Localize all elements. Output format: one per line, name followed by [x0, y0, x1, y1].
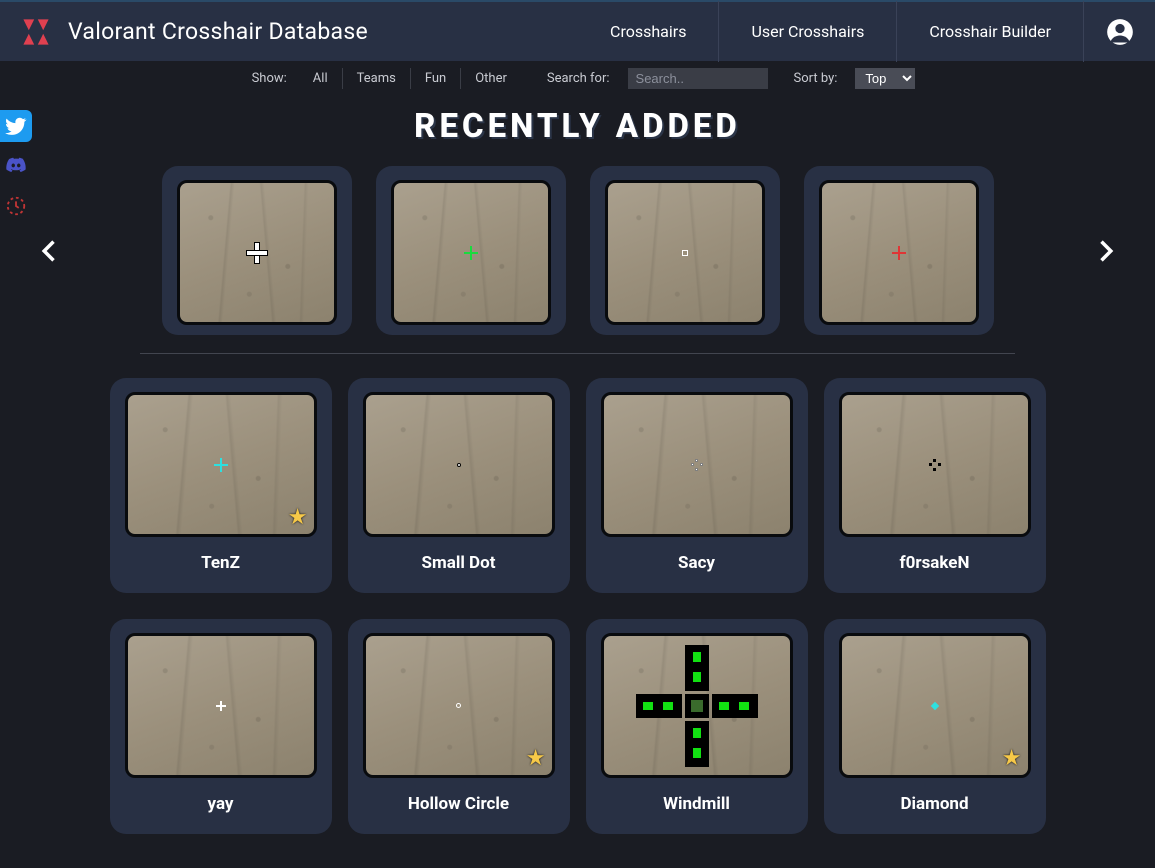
- social-sidebar: [0, 110, 32, 222]
- crosshair-card[interactable]: Sacy: [586, 378, 808, 593]
- star-icon: ★: [526, 746, 546, 771]
- crosshair-name: f0rsakeN: [900, 553, 970, 573]
- star-icon: ★: [1002, 746, 1022, 771]
- sort-label: Sort by:: [782, 71, 850, 86]
- crosshair-preview: [177, 180, 337, 325]
- crosshair-card[interactable]: ★ Hollow Circle: [348, 619, 570, 834]
- crosshair-preview: [605, 180, 765, 325]
- twitter-icon[interactable]: [0, 110, 32, 142]
- crosshair-name: TenZ: [201, 553, 240, 573]
- crosshair-icon: [930, 701, 938, 709]
- carousel-next-button[interactable]: [1085, 231, 1125, 271]
- crosshair-name: yay: [208, 794, 234, 814]
- crosshair-icon: [456, 703, 461, 708]
- crosshair-preview: [391, 180, 551, 325]
- carousel-prev-button[interactable]: [30, 231, 70, 271]
- section-title-recent: RECENTLY ADDED: [0, 107, 1155, 146]
- divider: [140, 353, 1015, 354]
- crosshair-name: Windmill: [663, 794, 730, 814]
- crosshair-name: Small Dot: [422, 553, 496, 573]
- crosshair-preview: ★: [125, 392, 317, 537]
- crosshair-name: Diamond: [900, 794, 968, 814]
- carousel-card[interactable]: [804, 166, 994, 335]
- crosshair-preview: [601, 392, 793, 537]
- carousel-card[interactable]: [590, 166, 780, 335]
- crosshair-card[interactable]: yay: [110, 619, 332, 834]
- crosshair-icon: [691, 459, 703, 471]
- filter-other[interactable]: Other: [460, 68, 521, 89]
- crosshair-preview: ★: [363, 633, 555, 778]
- crosshair-icon: [214, 458, 228, 472]
- crosshair-icon: [247, 243, 267, 263]
- filter-teams[interactable]: Teams: [342, 68, 410, 89]
- crosshair-preview: [363, 392, 555, 537]
- crosshair-name: Sacy: [678, 553, 715, 573]
- crosshair-icon: [929, 459, 941, 471]
- crosshair-card[interactable]: f0rsakeN: [824, 378, 1046, 593]
- crosshair-card[interactable]: Small Dot: [348, 378, 570, 593]
- carousel-card[interactable]: [162, 166, 352, 335]
- crosshair-grid: ★ TenZ Small Dot Sacy f0rsakeN yay ★ Hollow Cir…: [0, 378, 1155, 834]
- history-icon[interactable]: [0, 190, 32, 222]
- crosshair-card[interactable]: Windmill: [586, 619, 808, 834]
- account-icon[interactable]: [1083, 1, 1155, 62]
- nav-crosshair-builder[interactable]: Crosshair Builder: [896, 1, 1083, 62]
- crosshair-card[interactable]: ★ TenZ: [110, 378, 332, 593]
- site-logo-icon[interactable]: [18, 14, 54, 50]
- discord-icon[interactable]: [0, 150, 32, 182]
- crosshair-preview: ★: [839, 633, 1031, 778]
- crosshair-icon: [892, 246, 906, 260]
- crosshair-card[interactable]: ★ Diamond: [824, 619, 1046, 834]
- navbar: Valorant Crosshair Database Crosshairs U…: [0, 0, 1155, 61]
- crosshair-preview: [819, 180, 979, 325]
- crosshair-icon: [632, 641, 762, 771]
- crosshair-name: Hollow Circle: [408, 794, 509, 814]
- crosshair-icon: [216, 701, 226, 711]
- crosshair-icon: [682, 250, 688, 256]
- nav-crosshairs[interactable]: Crosshairs: [578, 1, 718, 62]
- sort-select[interactable]: Top: [855, 68, 915, 89]
- nav-user-crosshairs[interactable]: User Crosshairs: [718, 1, 896, 62]
- crosshair-icon: [464, 246, 478, 260]
- crosshair-preview: [601, 633, 793, 778]
- crosshair-preview: [125, 633, 317, 778]
- star-icon: ★: [288, 505, 308, 530]
- filter-all[interactable]: All: [299, 68, 342, 89]
- show-label: Show:: [240, 71, 299, 86]
- recent-carousel: [80, 166, 1075, 335]
- search-input[interactable]: [628, 68, 768, 89]
- crosshair-icon: [457, 463, 461, 467]
- search-label: Search for:: [535, 71, 622, 86]
- filter-bar: Show: All Teams Fun Other Search for: So…: [0, 61, 1155, 95]
- filter-fun[interactable]: Fun: [410, 68, 460, 89]
- carousel-card[interactable]: [376, 166, 566, 335]
- crosshair-preview: [839, 392, 1031, 537]
- site-title[interactable]: Valorant Crosshair Database: [68, 18, 368, 45]
